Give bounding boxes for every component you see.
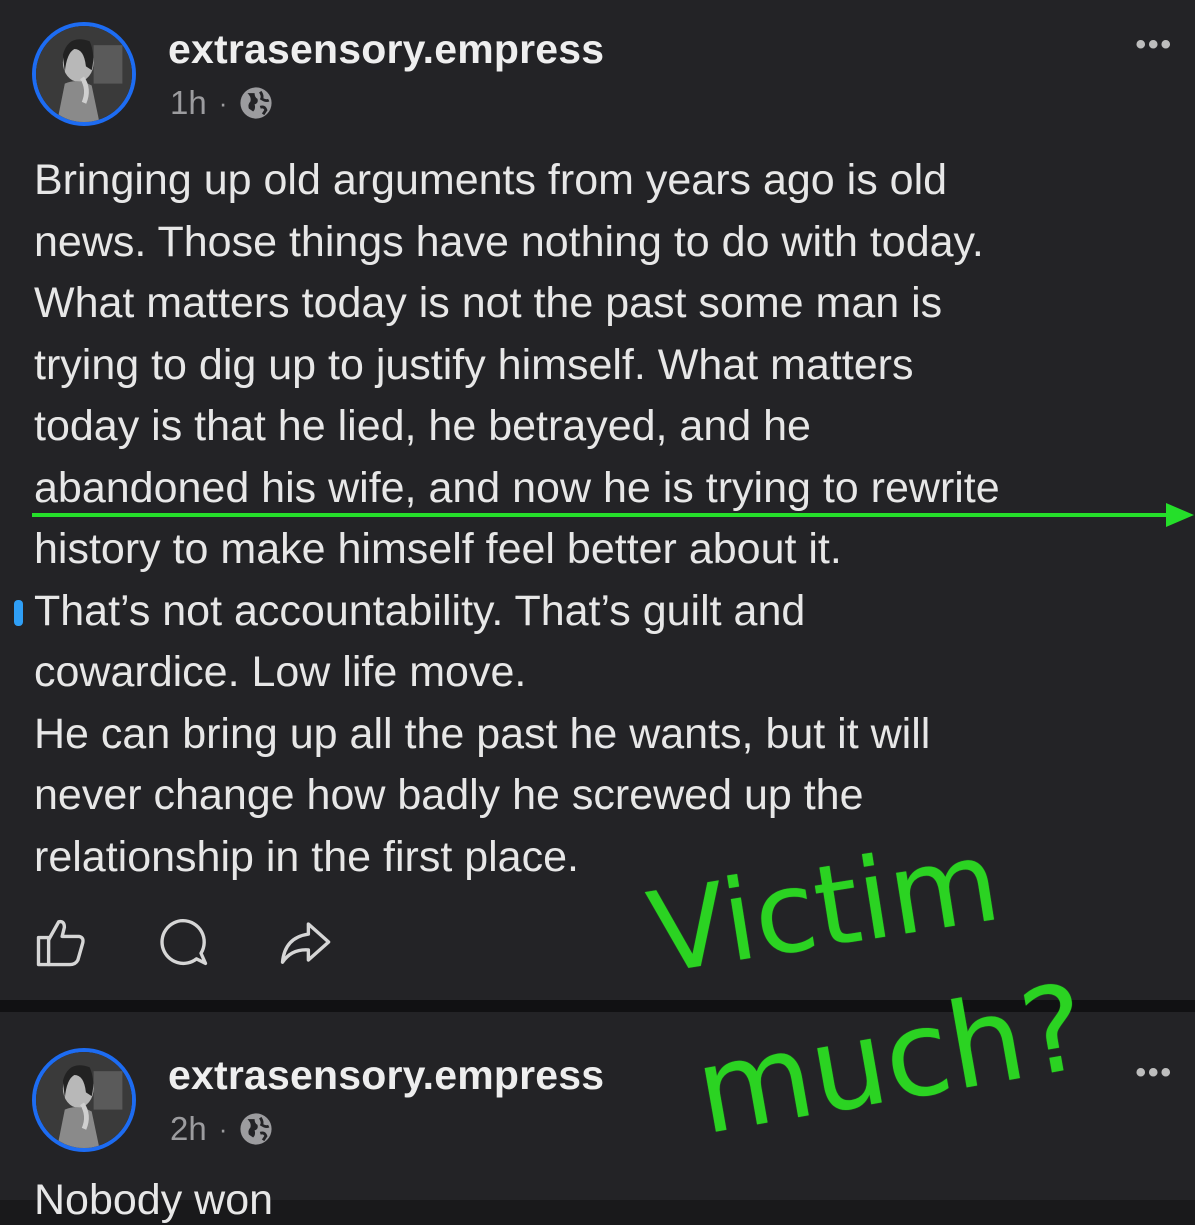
like-button[interactable] [34,915,88,969]
post-time[interactable]: 1h [170,84,207,122]
post-time[interactable]: 2h [170,1110,207,1148]
post-line: He can bring up all the past he wants, b… [34,709,931,758]
post-body-preview: Nobody won [34,1176,274,1224]
post-meta: 2h · [170,1110,273,1148]
post-line: relationship in the first place. [34,832,579,881]
post-body: Bringing up old arguments from years ago… [34,150,1174,888]
username[interactable]: extrasensory.empress [168,1052,604,1099]
post-line: today is that he lied, he betrayed, and … [34,402,811,450]
green-arrow-icon [1166,503,1194,527]
username[interactable]: extrasensory.empress [168,26,604,73]
green-underline-annotation [32,513,1168,517]
post-line: cowardice. Low life move. [34,648,527,696]
post-line: never change how badly he screwed up the [34,771,864,819]
post-line: Bringing up old arguments from years ago… [34,156,948,204]
more-options-icon[interactable]: ••• [1135,30,1173,60]
post-line: news. Those things have nothing to do wi… [34,217,984,266]
meta-separator: · [218,87,228,118]
profile-photo-icon [36,1052,132,1148]
avatar[interactable] [32,1048,136,1152]
like-icon [36,919,85,967]
more-options-icon[interactable]: ••• [1135,1058,1173,1088]
post-line: What matters today is not the past some … [34,279,943,327]
comment-button[interactable] [156,915,210,969]
share-button[interactable] [278,915,332,969]
avatar[interactable] [32,22,136,126]
post-line: history to make himself feel better abou… [34,525,842,573]
profile-photo-icon [36,26,132,122]
post-line: trying to dig up to justify himself. Wha… [34,340,914,389]
globe-icon [240,1113,272,1145]
meta-separator: · [218,1113,228,1144]
share-icon [280,922,331,964]
globe-icon [240,87,272,119]
text-cursor-marker [14,600,23,626]
comment-icon [160,918,208,966]
post-card: extrasensory.empress 1h · ••• Bringing u… [0,0,1195,1000]
post-meta: 1h · [170,84,273,122]
post-line: That’s not accountability. That’s guilt … [34,586,806,635]
post-actions [34,915,332,969]
post-line: abandoned his wife, and now he is trying… [34,463,1000,512]
